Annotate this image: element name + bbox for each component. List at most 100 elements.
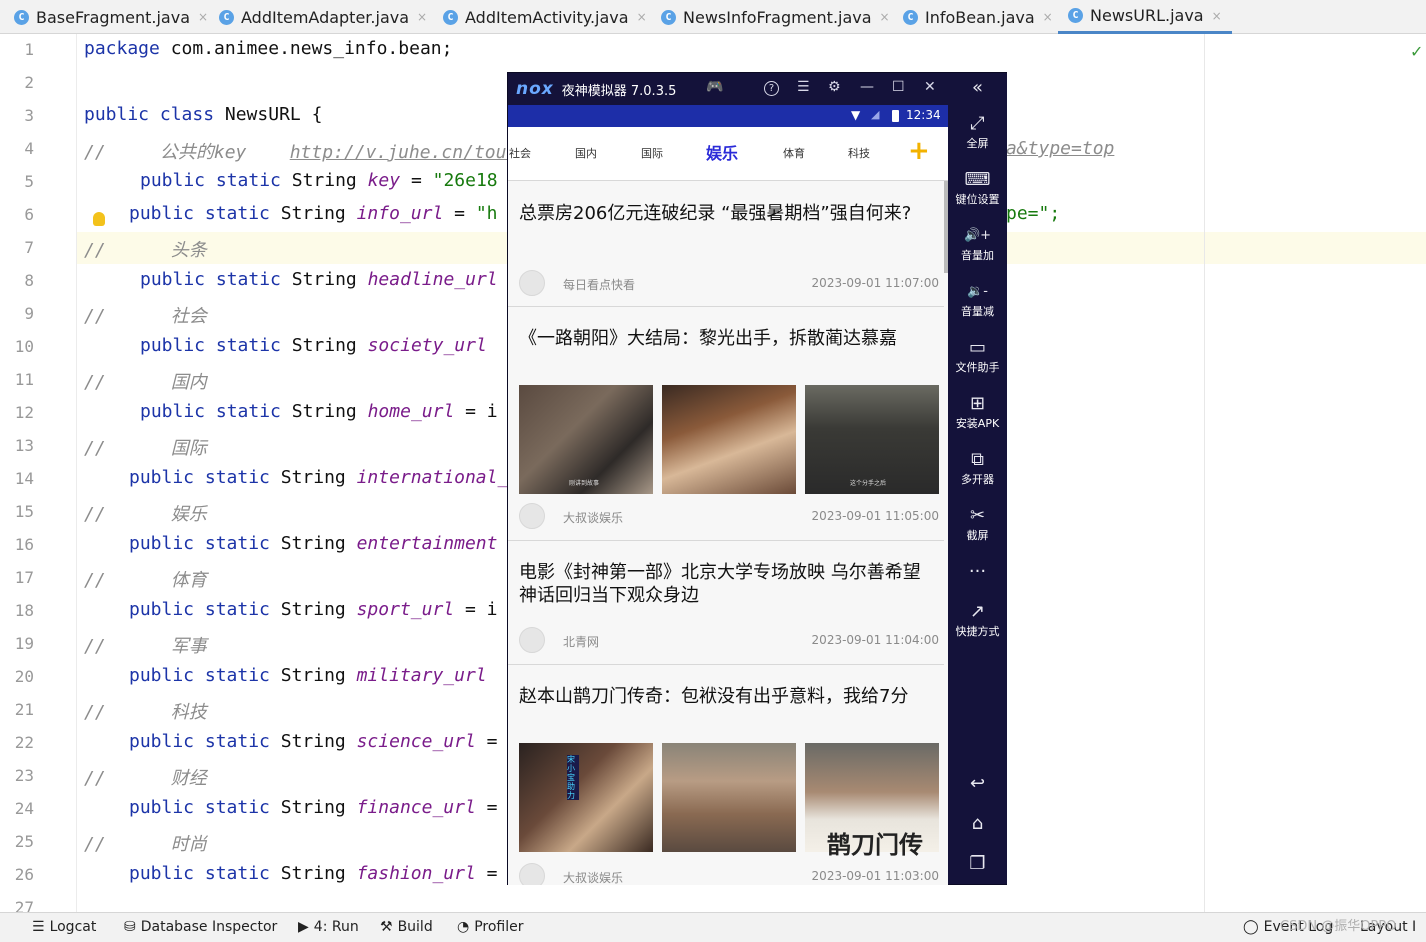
code-line-24: public static String finance_url =	[129, 797, 498, 818]
phone-screen[interactable]: 社会 国内 国际 娱乐 体育 科技 + 总票房206亿元连破纪录 “最强暑期档”…	[508, 127, 948, 885]
menu-icon[interactable]: ☰	[797, 79, 810, 95]
line-number: 8	[24, 271, 34, 290]
profiler-button[interactable]: ◔ Profiler	[457, 919, 524, 935]
monitor-icon: ▭	[968, 337, 986, 358]
close-icon[interactable]: ✕	[924, 79, 936, 95]
code-line-9: // 社会	[84, 306, 207, 327]
line-number: 3	[24, 106, 34, 125]
tool-window-bar: ☰ Logcat ⛁ Database Inspector ▶ 4: Run ⚒ Bui…	[0, 912, 1426, 942]
close-tab-icon[interactable]: ×	[880, 10, 890, 24]
news-source: 大叔谈娱乐	[563, 511, 624, 525]
keymap-button[interactable]: ⌨ 键位设置	[948, 169, 1007, 207]
line-number: 20	[14, 667, 34, 686]
emulator-titlebar[interactable]: nox 夜神模拟器 7.0.3.5 🎮 ? ☰ ⚙ — ☐ ✕	[508, 73, 948, 105]
news-time: 2023-09-01 11:05:00	[811, 509, 939, 523]
image-caption: 刚讲到故事	[569, 480, 600, 487]
minimize-icon[interactable]: —	[860, 79, 874, 95]
line-number: 23	[14, 766, 34, 785]
nox-logo: nox	[516, 79, 554, 99]
line-number: 9	[24, 304, 34, 323]
sidebar-label: 截屏	[966, 529, 989, 542]
line-number: 12	[14, 403, 34, 422]
sidebar-label: 多开器	[961, 473, 994, 486]
gamepad-icon[interactable]: 🎮	[706, 79, 723, 95]
news-item[interactable]: 赵本山鹊刀门传奇：包袱没有出乎意料，我给7分 宋小宝助力 鹊刀门传 大叔谈娱乐 …	[508, 665, 944, 885]
code-line-22: public static String science_url =	[129, 731, 498, 752]
recent-apps-button[interactable]: ❐	[948, 853, 1007, 875]
tab-label: NewsInfoFragment.java	[683, 7, 872, 27]
news-image	[662, 743, 796, 852]
help-icon[interactable]: ?	[764, 81, 779, 96]
sidebar-label: 全屏	[966, 137, 989, 150]
category-tab[interactable]: 国内	[575, 145, 597, 161]
news-time: 2023-09-01 11:04:00	[811, 633, 939, 647]
news-item[interactable]: 《一路朝阳》大结局：黎光出手，拆散蔺达慕嘉 刚讲到故事 这个分手之后 大叔谈娱乐…	[508, 307, 944, 541]
sidebar-label: 音量减	[961, 305, 994, 318]
category-tab[interactable]: 体育	[783, 145, 805, 161]
close-tab-icon[interactable]: ×	[417, 10, 427, 24]
run-button[interactable]: ▶ 4: Run	[298, 919, 359, 935]
emulator-sidebar: « ⤢ 全屏 ⌨ 键位设置 🔊+ 音量加 🔉- 音量减 ▭ 文件助手 ⊞ 安装APK ⧉ 多开…	[948, 73, 1007, 884]
tab-additemactivity[interactable]: C AddItemActivity.java ×	[443, 0, 647, 34]
editor-tab-bar: C BaseFragment.java × C AddItemAdapter.java…	[0, 0, 1426, 34]
line-number: 15	[14, 502, 34, 521]
fullscreen-button[interactable]: ⤢ 全屏	[948, 113, 1007, 151]
category-tab[interactable]: 国际	[641, 145, 663, 161]
more-icon: ···	[968, 561, 987, 582]
tab-infobean[interactable]: C InfoBean.java ×	[903, 0, 1053, 34]
code-line-13: // 国际	[84, 438, 207, 459]
logcat-button[interactable]: ☰ Logcat	[32, 919, 96, 935]
code-line-26: public static String fashion_url =	[129, 863, 498, 884]
line-number: 19	[14, 634, 34, 653]
tab-additemadapter[interactable]: C AddItemAdapter.java ×	[219, 0, 427, 34]
close-tab-icon[interactable]: ×	[637, 10, 647, 24]
database-inspector-label: Database Inspector	[140, 919, 278, 935]
maximize-icon[interactable]: ☐	[892, 79, 905, 95]
category-tab[interactable]: 社会	[509, 145, 531, 161]
multi-instance-button[interactable]: ⧉ 多开器	[948, 449, 1007, 487]
code-line-7: // 头条	[84, 240, 207, 261]
sidebar-label: 文件助手	[955, 361, 1000, 374]
tab-newsurl[interactable]: C NewsURL.java ×	[1058, 0, 1232, 34]
logcat-label: Logcat	[49, 919, 97, 935]
shortcut-button[interactable]: ↗ 快捷方式	[948, 601, 1007, 639]
news-source: 大叔谈娱乐	[563, 871, 624, 885]
back-button[interactable]: ↩	[948, 773, 1007, 795]
close-tab-icon[interactable]: ×	[1043, 10, 1053, 24]
image-overlay-text: 鹊刀门传	[827, 831, 923, 859]
code-line-4-tail: a&type=top	[1006, 138, 1115, 159]
tab-newsinfofragment[interactable]: C NewsInfoFragment.java ×	[661, 0, 890, 34]
close-tab-icon[interactable]: ×	[198, 10, 208, 24]
settings-icon[interactable]: ⚙	[828, 79, 841, 95]
database-inspector-button[interactable]: ⛁ Database Inspector	[124, 919, 277, 935]
recent-apps-icon: ❐	[969, 853, 986, 874]
status-time: 12:34	[906, 108, 941, 122]
screenshot-button[interactable]: ✂ 截屏	[948, 505, 1007, 543]
volume-down-button[interactable]: 🔉- 音量减	[948, 281, 1007, 319]
close-tab-icon[interactable]: ×	[1212, 9, 1222, 23]
collapse-sidebar-button[interactable]: «	[948, 77, 1007, 99]
class-file-icon: C	[1068, 8, 1083, 23]
home-button[interactable]: ⌂	[948, 813, 1007, 835]
code-line-1: package com.animee.news_info.bean;	[84, 38, 453, 59]
tab-basefragment[interactable]: C BaseFragment.java ×	[14, 0, 208, 34]
line-number: 14	[14, 469, 34, 488]
news-item[interactable]: 电影《封神第一部》北京大学专场放映 乌尔善希望神话回归当下观众身边 北青网 20…	[508, 541, 944, 665]
more-button[interactable]: ···	[948, 561, 1007, 583]
line-number: 11	[14, 370, 34, 389]
news-title: 总票房206亿元连破纪录 “最强暑期档”强自何来?	[519, 203, 912, 224]
add-category-button[interactable]: +	[908, 136, 930, 166]
keyboard-icon: ⌨	[964, 169, 991, 190]
signal-icon: ◢	[871, 108, 880, 121]
news-time: 2023-09-01 11:03:00	[811, 869, 939, 883]
category-tab[interactable]: 科技	[848, 145, 870, 161]
file-assistant-button[interactable]: ▭ 文件助手	[948, 337, 1007, 375]
category-tab-active[interactable]: 娱乐	[706, 140, 738, 164]
emulator-window[interactable]: nox 夜神模拟器 7.0.3.5 🎮 ? ☰ ⚙ — ☐ ✕ ▼ ◢ 12:3…	[507, 72, 1007, 885]
install-apk-button[interactable]: ⊞ 安装APK	[948, 393, 1007, 431]
volume-up-button[interactable]: 🔊+ 音量加	[948, 225, 1007, 263]
news-item[interactable]: 总票房206亿元连破纪录 “最强暑期档”强自何来? 每日看点快看 2023-09…	[508, 182, 944, 307]
lightbulb-icon[interactable]	[93, 212, 105, 226]
build-button[interactable]: ⚒ Build	[380, 919, 433, 935]
news-image: 刚讲到故事	[519, 385, 653, 494]
